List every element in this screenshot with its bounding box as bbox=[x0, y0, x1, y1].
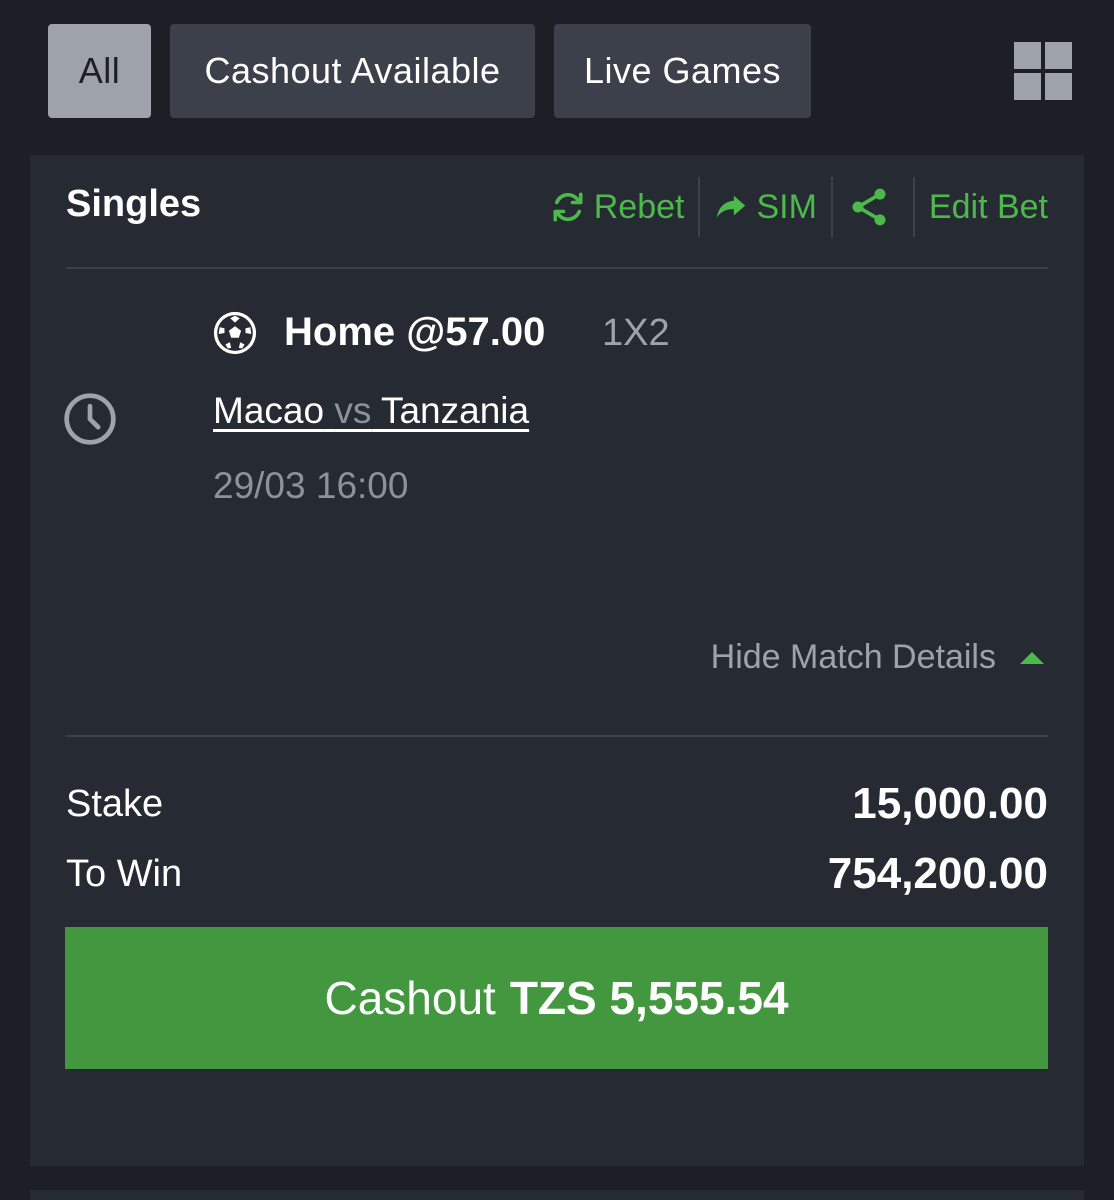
selection-pick: Home @57.00 bbox=[284, 310, 546, 354]
filter-all-button[interactable]: All bbox=[48, 24, 151, 118]
bet-card: Singles Rebet SIM Edit Bet Home @57.00 1… bbox=[30, 155, 1084, 1166]
forward-arrow-icon bbox=[717, 195, 746, 218]
caret-up-icon bbox=[1020, 651, 1044, 664]
bet-actions: Rebet SIM Edit Bet bbox=[536, 177, 1048, 237]
filter-bar: All Cashout Available Live Games bbox=[0, 0, 1114, 150]
stake-label: Stake bbox=[66, 783, 164, 825]
match-datetime: 29/03 16:00 bbox=[213, 465, 409, 506]
grid-cell bbox=[1045, 42, 1072, 69]
grid-icon[interactable] bbox=[1014, 42, 1072, 100]
cashout-amount: TZS 5,555.54 bbox=[509, 972, 789, 1024]
vs-label: vs bbox=[334, 390, 372, 431]
cashout-label: Cashout bbox=[324, 972, 496, 1024]
to-win-value: 754,200.00 bbox=[827, 849, 1048, 898]
home-team: Macao bbox=[213, 390, 325, 431]
sim-button[interactable]: SIM bbox=[700, 177, 830, 237]
soccer-ball-icon bbox=[213, 311, 257, 355]
edit-bet-label: Edit Bet bbox=[928, 187, 1048, 226]
stake-value: 15,000.00 bbox=[852, 779, 1048, 828]
match-link[interactable]: Macao vs Tanzania bbox=[213, 390, 529, 432]
rebet-button[interactable]: Rebet bbox=[536, 177, 699, 237]
bet-type-title: Singles bbox=[66, 183, 202, 225]
to-win-label: To Win bbox=[66, 853, 183, 895]
divider bbox=[66, 735, 1048, 737]
grid-cell bbox=[1014, 73, 1041, 100]
grid-cell bbox=[1045, 73, 1072, 100]
market-name: 1X2 bbox=[602, 312, 670, 354]
refresh-icon bbox=[553, 192, 583, 222]
hide-match-details-label: Hide Match Details bbox=[710, 638, 996, 676]
grid-cell bbox=[1014, 42, 1041, 69]
hide-match-details-toggle[interactable]: Hide Match Details bbox=[711, 638, 1044, 677]
away-team: Tanzania bbox=[380, 390, 530, 431]
share-button[interactable] bbox=[833, 177, 913, 237]
sim-label: SIM bbox=[756, 187, 817, 226]
filter-cashout-available-button[interactable]: Cashout Available bbox=[170, 24, 535, 118]
edit-bet-button[interactable]: Edit Bet bbox=[915, 177, 1048, 237]
next-bet-card bbox=[30, 1190, 1084, 1200]
filter-live-games-button[interactable]: Live Games bbox=[554, 24, 811, 118]
rebet-label: Rebet bbox=[593, 187, 685, 226]
cashout-button[interactable]: Cashout TZS 5,555.54 bbox=[65, 927, 1048, 1069]
bet-card-header: Singles Rebet SIM Edit Bet bbox=[30, 155, 1084, 268]
divider bbox=[66, 267, 1048, 269]
clock-icon bbox=[64, 393, 116, 445]
share-icon bbox=[852, 188, 886, 226]
